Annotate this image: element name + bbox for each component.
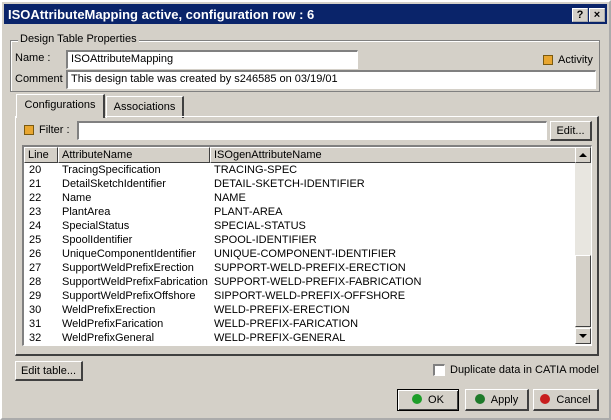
cell-isogen-attribute-name: NAME: [214, 192, 246, 204]
cell-isogen-attribute-name: WELD-PREFIX-GENERAL: [214, 332, 346, 344]
cell-attribute-name: WeldPrefixFarication: [62, 318, 164, 330]
cell-line: 28: [29, 276, 42, 288]
tab-associations[interactable]: Associations: [106, 96, 184, 118]
table-row[interactable]: 24 SpecialStatus SPECIAL-STATUS: [24, 220, 576, 234]
cell-line: 29: [29, 290, 42, 302]
filter-edit-button[interactable]: Edit...: [550, 121, 592, 141]
arrow-up-icon: [579, 153, 587, 157]
cell-attribute-name: PlantArea: [62, 206, 111, 218]
cell-isogen-attribute-name: TRACING-SPEC: [214, 164, 298, 176]
cell-isogen-attribute-name: SUPPORT-WELD-PREFIX-FABRICATION: [214, 276, 422, 288]
cell-isogen-attribute-name: DETAIL-SKETCH-IDENTIFIER: [214, 178, 365, 190]
duplicate-data-label: Duplicate data in CATIA model: [450, 364, 599, 376]
cell-line: 27: [29, 262, 42, 274]
dialog-window: ISOAttributeMapping active, configuratio…: [0, 0, 611, 420]
cell-line: 23: [29, 206, 42, 218]
cell-attribute-name: WeldPrefixGeneral: [62, 332, 155, 344]
comment-label: Comment :: [15, 73, 69, 85]
column-header-line[interactable]: Line: [24, 147, 58, 163]
table-row[interactable]: 26 UniqueComponentIdentifier UNIQUE-COMPON…: [24, 248, 576, 262]
cell-line: 31: [29, 318, 42, 330]
cell-line: 22: [29, 192, 42, 204]
cancel-icon: [540, 394, 551, 404]
table-row[interactable]: 31 WeldPrefixFarication WELD-PREFIX-FARICA…: [24, 318, 576, 332]
cell-attribute-name: TracingSpecification: [62, 164, 161, 176]
edit-table-button[interactable]: Edit table...: [15, 361, 83, 381]
duplicate-data-checkbox[interactable]: [433, 364, 445, 376]
cell-line: 24: [29, 220, 42, 232]
table-scrollbar[interactable]: [575, 147, 591, 344]
ok-label: OK: [428, 394, 444, 406]
scroll-up-button[interactable]: [575, 147, 591, 163]
cell-isogen-attribute-name: SUPPORT-WELD-PREFIX-ERECTION: [214, 262, 406, 274]
table-row[interactable]: 27 SupportWeldPrefixErection SUPPORT-WELD-…: [24, 262, 576, 276]
column-header-attribute-name[interactable]: AttributeName: [58, 147, 210, 163]
cell-isogen-attribute-name: SPOOL-IDENTIFIER: [214, 234, 317, 246]
apply-icon: [474, 394, 485, 404]
comment-field[interactable]: This design table was created by s246585…: [66, 70, 596, 89]
column-header-isogen-attribute-name[interactable]: ISOgenAttributeName: [210, 147, 576, 163]
activity-checkbox[interactable]: [543, 55, 553, 65]
cell-attribute-name: SupportWeldPrefixFabrication: [62, 276, 208, 288]
properties-group-label: Design Table Properties: [18, 33, 139, 45]
cell-isogen-attribute-name: SPECIAL-STATUS: [214, 220, 306, 232]
close-button[interactable]: ×: [589, 8, 605, 22]
cell-isogen-attribute-name: UNIQUE-COMPONENT-IDENTIFIER: [214, 248, 397, 260]
filter-label: Filter :: [39, 124, 70, 136]
name-label: Name :: [15, 52, 51, 64]
cell-attribute-name: WeldPrefixErection: [62, 304, 156, 316]
filter-checkbox[interactable]: [24, 125, 34, 135]
cell-line: 30: [29, 304, 42, 316]
activity-label: Activity: [558, 54, 593, 66]
configuration-table: Line AttributeName ISOgenAttributeName 2…: [22, 145, 592, 346]
cell-attribute-name: UniqueComponentIdentifier: [62, 248, 196, 260]
table-row[interactable]: 21 DetailSketchIdentifier DETAIL-SKETCH-ID…: [24, 178, 576, 192]
table-row[interactable]: 22 Name NAME: [24, 192, 576, 206]
title-bar: ISOAttributeMapping active, configuratio…: [4, 4, 607, 24]
table-row[interactable]: 23 PlantArea PLANT-AREA: [24, 206, 576, 220]
cell-attribute-name: SupportWeldPrefixErection: [62, 262, 194, 274]
table-row[interactable]: 28 SupportWeldPrefixFabrication SUPPORT-WE…: [24, 276, 576, 290]
cell-attribute-name: SpoolIdentifier: [62, 234, 133, 246]
table-row[interactable]: 29 SupportWeldPrefixOffshore SIPPORT-WELD-…: [24, 290, 576, 304]
scroll-down-button[interactable]: [575, 328, 591, 344]
cancel-button[interactable]: Cancel: [533, 389, 599, 411]
help-button[interactable]: ?: [572, 8, 588, 22]
cell-attribute-name: Name: [62, 192, 92, 204]
tab-configurations[interactable]: Configurations: [16, 94, 105, 118]
cell-line: 26: [29, 248, 42, 260]
cell-isogen-attribute-name: WELD-PREFIX-FARICATION: [214, 318, 359, 330]
cell-line: 20: [29, 164, 42, 176]
cell-isogen-attribute-name: WELD-PREFIX-ERECTION: [214, 304, 350, 316]
cell-line: 32: [29, 332, 42, 344]
ok-icon: [412, 394, 423, 404]
name-field[interactable]: ISOAttributeMapping: [66, 50, 358, 69]
cell-attribute-name: SupportWeldPrefixOffshore: [62, 290, 196, 302]
filter-input[interactable]: [77, 121, 547, 140]
window-title: ISOAttributeMapping active, configuratio…: [8, 7, 315, 22]
table-row[interactable]: 25 SpoolIdentifier SPOOL-IDENTIFIER: [24, 234, 576, 248]
table-row[interactable]: 32 WeldPrefixGeneral WELD-PREFIX-GENERAL: [24, 332, 576, 345]
cell-line: 25: [29, 234, 42, 246]
cell-isogen-attribute-name: PLANT-AREA: [214, 206, 283, 218]
cell-isogen-attribute-name: SIPPORT-WELD-PREFIX-OFFSHORE: [214, 290, 406, 302]
cell-attribute-name: DetailSketchIdentifier: [62, 178, 166, 190]
ok-button[interactable]: OK: [397, 389, 459, 411]
table-row[interactable]: 30 WeldPrefixErection WELD-PREFIX-ERECTION: [24, 304, 576, 318]
cell-attribute-name: SpecialStatus: [62, 220, 130, 232]
scroll-thumb[interactable]: [575, 255, 591, 327]
table-row[interactable]: 20 TracingSpecification TRACING-SPEC: [24, 164, 576, 178]
cell-line: 21: [29, 178, 42, 190]
apply-button[interactable]: Apply: [465, 389, 529, 411]
arrow-down-icon: [579, 334, 587, 338]
apply-label: Apply: [490, 394, 519, 406]
cancel-label: Cancel: [556, 394, 591, 406]
